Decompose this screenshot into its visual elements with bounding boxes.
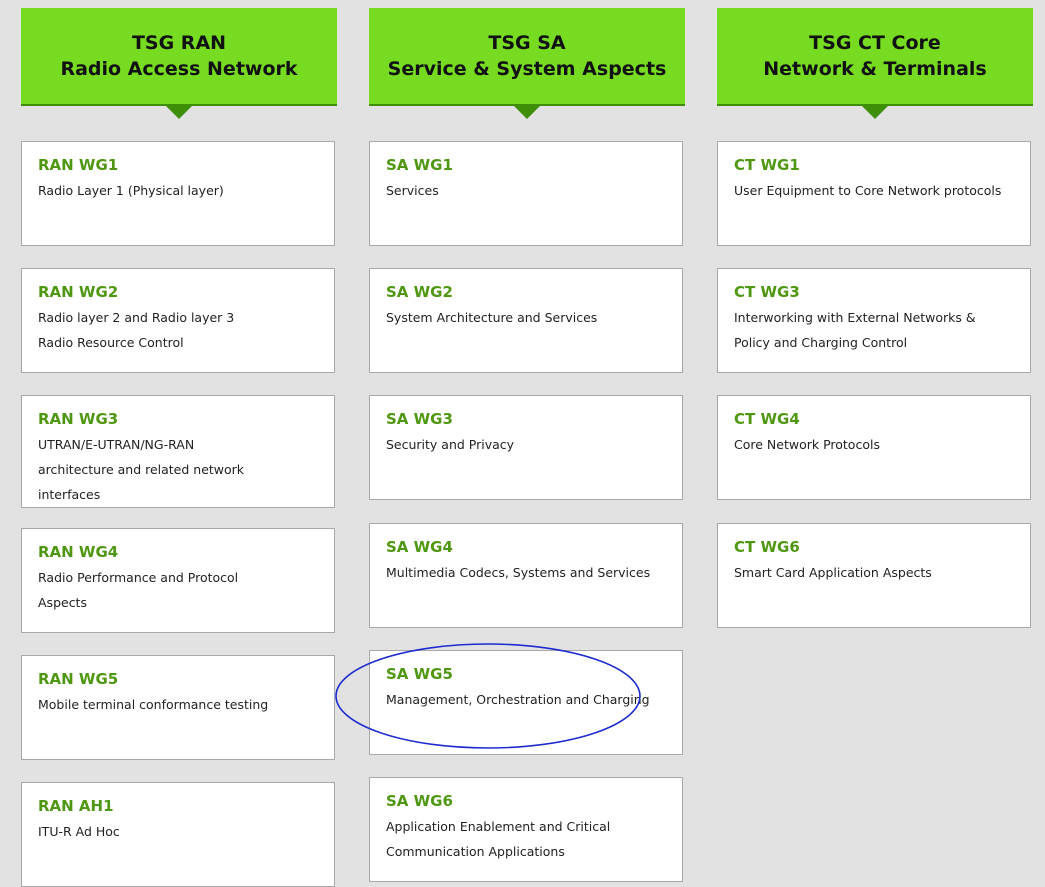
card-ran-wg2[interactable]: RAN WG2 Radio layer 2 and Radio layer 3 … [21,268,335,373]
card-title: CT WG6 [734,538,800,556]
card-description: Security and Privacy [386,437,515,452]
card-description: Radio layer 2 and Radio layer 3 Radio Re… [38,310,235,350]
card-sa-wg5[interactable]: SA WG5 Management, Orchestration and Cha… [369,650,683,755]
card-description: System Architecture and Services [386,310,598,325]
card-title: RAN WG5 [38,670,119,688]
card-title: RAN WG3 [38,410,119,428]
column-tsg-sa: TSG SA Service & System Aspects SA WG1 S… [369,8,685,882]
card-sa-wg4[interactable]: SA WG4 Multimedia Codecs, Systems and Se… [369,523,683,628]
header-title: TSG RAN [131,32,227,54]
card-description: ITU-R Ad Hoc [38,824,120,839]
card-sa-wg6[interactable]: SA WG6 Application Enablement and Critic… [369,777,683,882]
tsg-ran-header[interactable]: TSG RAN Radio Access Network [21,8,337,119]
card-ct-wg4[interactable]: CT WG4 Core Network Protocols [717,395,1031,500]
card-description: User Equipment to Core Network protocols [734,183,1002,198]
column-tsg-ct: TSG CT Core Network & Terminals CT WG1 U… [717,8,1033,628]
card-description: Services [386,183,439,198]
card-sa-wg1[interactable]: SA WG1 Services [369,141,683,246]
card-sa-wg2[interactable]: SA WG2 System Architecture and Services [369,268,683,373]
card-ran-wg5[interactable]: RAN WG5 Mobile terminal conformance test… [21,655,335,760]
card-ran-wg1[interactable]: RAN WG1 Radio Layer 1 (Physical layer) [21,141,335,246]
card-title: RAN AH1 [38,797,114,815]
card-title: CT WG4 [734,410,800,428]
header-title: TSG SA [488,32,566,54]
card-ct-wg6[interactable]: CT WG6 Smart Card Application Aspects [717,523,1031,628]
card-title: SA WG1 [386,156,453,174]
card-description: Smart Card Application Aspects [734,565,932,580]
card-title: RAN WG1 [38,156,119,174]
card-ran-ah1[interactable]: RAN AH1 ITU-R Ad Hoc [21,782,335,887]
card-title: CT WG1 [734,156,800,174]
card-title: CT WG3 [734,283,800,301]
card-description: Application Enablement and Critical Comm… [386,819,611,859]
tsg-ct-header[interactable]: TSG CT Core Network & Terminals [717,8,1033,119]
card-ran-wg4[interactable]: RAN WG4 Radio Performance and Protocol A… [21,528,335,633]
header-subtitle: Service & System Aspects [387,58,667,80]
card-description: Management, Orchestration and Charging [386,692,650,707]
card-description: Multimedia Codecs, Systems and Services [386,565,651,580]
card-description: Mobile terminal conformance testing [38,697,269,712]
card-title: RAN WG4 [38,543,119,561]
card-description: Radio Layer 1 (Physical layer) [38,183,224,198]
card-description: Core Network Protocols [734,437,880,452]
card-description: Interworking with External Networks & Po… [734,310,976,350]
card-ran-wg3[interactable]: RAN WG3 UTRAN/E-UTRAN/NG-RAN architectur… [21,395,335,508]
tsg-sa-header[interactable]: TSG SA Service & System Aspects [369,8,685,119]
header-subtitle: Network & Terminals [763,58,987,80]
card-ct-wg1[interactable]: CT WG1 User Equipment to Core Network pr… [717,141,1031,246]
card-title: SA WG6 [386,792,453,810]
card-title: SA WG4 [386,538,453,556]
card-sa-wg3[interactable]: SA WG3 Security and Privacy [369,395,683,500]
header-title: TSG CT Core [809,32,941,54]
card-title: SA WG5 [386,665,453,683]
card-ct-wg3[interactable]: CT WG3 Interworking with External Networ… [717,268,1031,373]
card-title: SA WG2 [386,283,453,301]
column-tsg-ran: TSG RAN Radio Access Network RAN WG1 Rad… [21,8,337,887]
card-title: SA WG3 [386,410,453,428]
header-subtitle: Radio Access Network [60,58,298,80]
card-title: RAN WG2 [38,283,119,301]
card-description: UTRAN/E-UTRAN/NG-RAN architecture and re… [38,437,245,502]
card-description: Radio Performance and Protocol Aspects [38,570,239,610]
